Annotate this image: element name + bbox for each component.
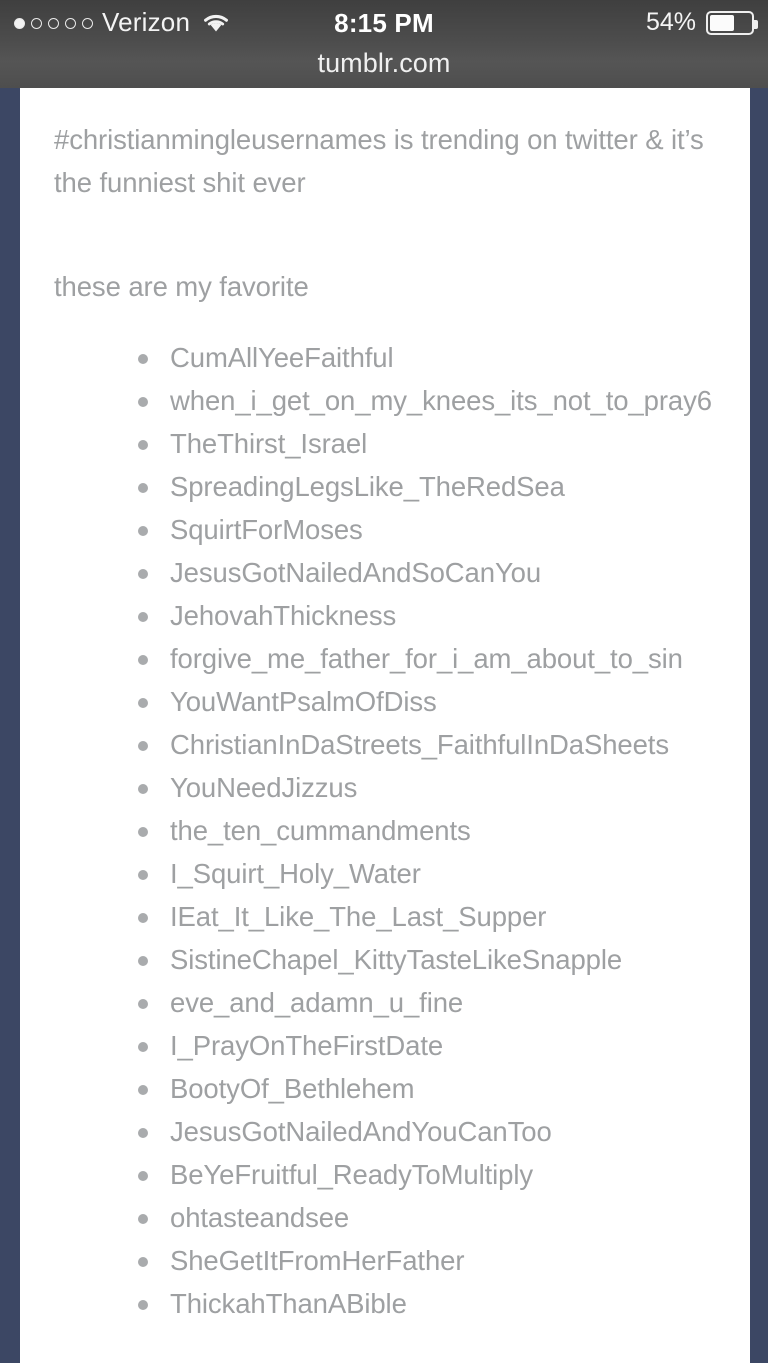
bullet-icon — [138, 612, 148, 622]
list-item: the_ten_cummandments — [54, 809, 716, 852]
url-label[interactable]: tumblr.com — [317, 47, 450, 79]
bullet-icon — [138, 569, 148, 579]
bullet-icon — [138, 1214, 148, 1224]
web-page: #christianmingleusernames is trending on… — [0, 88, 768, 1363]
bullet-icon — [138, 1257, 148, 1267]
list-item: ThickahThanABible — [54, 1282, 716, 1325]
list-item-label: JesusGotNailedAndYouCanToo — [170, 1116, 552, 1147]
list-item: SheGetItFromHerFather — [54, 1239, 716, 1282]
signal-dot-1 — [14, 17, 25, 29]
bullet-icon — [138, 1128, 148, 1138]
list-item-label: I_PrayOnTheFirstDate — [170, 1030, 444, 1061]
signal-dot-4 — [65, 17, 76, 29]
bullet-icon — [138, 741, 148, 751]
list-item: I_PrayOnTheFirstDate — [54, 1024, 716, 1067]
bullet-icon — [138, 698, 148, 708]
list-item-label: SheGetItFromHerFather — [170, 1245, 465, 1276]
list-item-label: BootyOf_Bethlehem — [170, 1073, 415, 1104]
list-item: SistineChapel_KittyTasteLikeSnapple — [54, 938, 716, 981]
list-item-label: forgive_me_father_for_i_am_about_to_sin — [170, 643, 683, 674]
battery-icon — [706, 11, 758, 35]
list-item-label: the_ten_cummandments — [170, 815, 471, 846]
list-item: JesusGotNailedAndSoCanYou — [54, 551, 716, 594]
bullet-icon — [138, 1171, 148, 1181]
list-item-label: JehovahThickness — [170, 600, 397, 631]
carrier-label: Verizon — [102, 7, 191, 37]
signal-dot-5 — [82, 17, 93, 29]
list-item: YouWantPsalmOfDiss — [54, 680, 716, 723]
list-item-label: YouNeedJizzus — [170, 772, 358, 803]
bullet-icon — [138, 827, 148, 837]
list-item-label: IEat_It_Like_The_Last_Supper — [170, 901, 547, 932]
list-item-label: TheThirst_Israel — [170, 428, 368, 459]
bullet-icon — [138, 397, 148, 407]
battery-fill — [710, 15, 734, 31]
post-paragraph-1: #christianmingleusernames is trending on… — [54, 124, 704, 198]
list-item: SpreadingLegsLike_TheRedSea — [54, 465, 716, 508]
list-item: IEat_It_Like_The_Last_Supper — [54, 895, 716, 938]
bullet-icon — [138, 354, 148, 364]
list-item-label: SistineChapel_KittyTasteLikeSnapple — [170, 944, 623, 975]
list-item: BootyOf_Bethlehem — [54, 1067, 716, 1110]
bullet-icon — [138, 1085, 148, 1095]
list-item-label: SquirtForMoses — [170, 514, 363, 545]
wifi-icon — [201, 11, 231, 38]
status-bar-left: Verizon — [14, 0, 231, 46]
list-item-label: ThickahThanABible — [170, 1288, 407, 1319]
bullet-icon — [138, 440, 148, 450]
list-item: when_i_get_on_my_knees_its_not_to_pray6 — [54, 379, 716, 422]
status-bar-right: 54% — [645, 0, 758, 46]
post-card: #christianmingleusernames is trending on… — [20, 88, 750, 1363]
signal-dot-3 — [48, 17, 59, 29]
list-item: I_Squirt_Holy_Water — [54, 852, 716, 895]
list-item: CumAllYeeFaithful — [54, 336, 716, 379]
bullet-icon — [138, 655, 148, 665]
list-item-label: I_Squirt_Holy_Water — [170, 858, 421, 889]
list-item: ChristianInDaStreets_FaithfulInDaSheets — [54, 723, 716, 766]
list-item: forgive_me_father_for_i_am_about_to_sin — [54, 637, 716, 680]
bullet-icon — [138, 999, 148, 1009]
bullet-icon — [138, 913, 148, 923]
list-item: SquirtForMoses — [54, 508, 716, 551]
url-bar[interactable]: tumblr.com — [0, 46, 768, 89]
ios-status-bar: Verizon 8:15 PM 54% — [0, 0, 768, 46]
bullet-icon — [138, 1300, 148, 1310]
list-item-label: SpreadingLegsLike_TheRedSea — [170, 471, 565, 502]
signal-dots-icon — [14, 17, 93, 29]
list-item-label: ChristianInDaStreets_FaithfulInDaSheets — [170, 729, 669, 760]
list-item-label: when_i_get_on_my_knees_its_not_to_pray6 — [170, 385, 712, 416]
list-item-label: BeYeFruitful_ReadyToMultiply — [170, 1159, 534, 1190]
post-body: #christianmingleusernames is trending on… — [54, 118, 716, 308]
list-item: eve_and_adamn_u_fine — [54, 981, 716, 1024]
bullet-icon — [138, 784, 148, 794]
battery-percent-label: 54% — [645, 7, 696, 36]
username-list: CumAllYeeFaithful when_i_get_on_my_knees_… — [54, 336, 716, 1325]
bullet-icon — [138, 956, 148, 966]
list-item: TheThirst_Israel — [54, 422, 716, 465]
list-item: ohtasteandsee — [54, 1196, 716, 1239]
list-item: JesusGotNailedAndYouCanToo — [54, 1110, 716, 1153]
signal-dot-2 — [31, 17, 42, 29]
clock-label: 8:15 PM — [334, 8, 434, 38]
bullet-icon — [138, 870, 148, 880]
list-item-label: CumAllYeeFaithful — [170, 342, 394, 373]
list-item-label: JesusGotNailedAndSoCanYou — [170, 557, 542, 588]
bullet-icon — [138, 483, 148, 493]
bullet-icon — [138, 526, 148, 536]
browser-chrome: Verizon 8:15 PM 54% tumblr.com — [0, 0, 768, 88]
phone-screen: Verizon 8:15 PM 54% tumblr.com #christia… — [0, 0, 768, 1363]
list-item-label: eve_and_adamn_u_fine — [170, 987, 464, 1018]
list-item-label: YouWantPsalmOfDiss — [170, 686, 437, 717]
list-item: YouNeedJizzus — [54, 766, 716, 809]
list-item: JehovahThickness — [54, 594, 716, 637]
post-paragraph-2: these are my favorite — [54, 271, 309, 302]
list-item: BeYeFruitful_ReadyToMultiply — [54, 1153, 716, 1196]
list-item-label: ohtasteandsee — [170, 1202, 350, 1233]
bullet-icon — [138, 1042, 148, 1052]
